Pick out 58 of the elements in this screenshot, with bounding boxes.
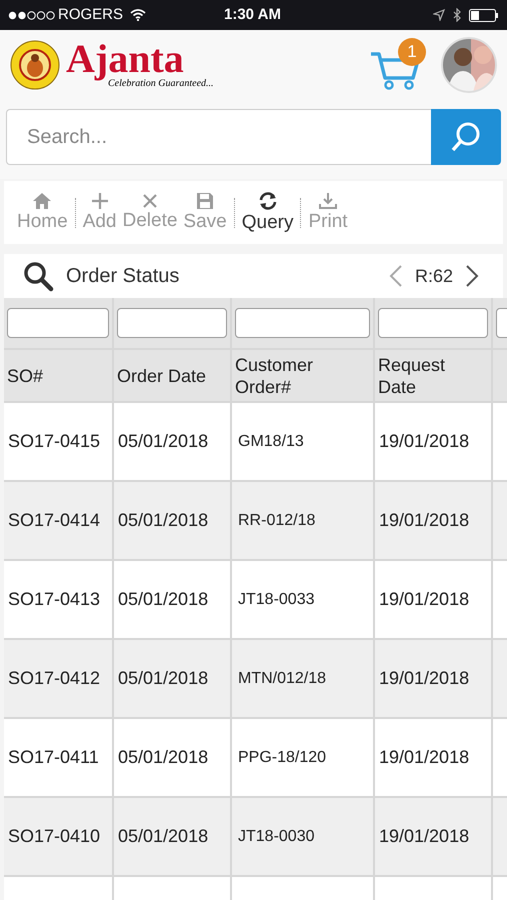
table-cell-text: 05/01/2018 <box>118 667 208 690</box>
table-cell-text: 05/01/2018 <box>118 430 208 453</box>
filter-field[interactable] <box>378 308 488 338</box>
column-header: Order Date <box>117 364 206 386</box>
download-icon <box>318 192 338 210</box>
filter-field[interactable] <box>7 308 109 338</box>
table-cell-text: 19/01/2018 <box>379 430 470 453</box>
battery-icon <box>469 8 499 22</box>
table-cell-text: 19/01/2018 <box>379 509 470 532</box>
table-cell-text: GM18/13 <box>238 432 304 452</box>
table-cell-text: 19/01/2018 <box>379 667 470 690</box>
column-header: Request Date <box>378 354 446 398</box>
refresh-icon <box>258 190 278 210</box>
plus-icon <box>90 192 109 210</box>
table-cell-text: SO17-0411 <box>8 746 99 769</box>
column-header: SO# <box>7 364 44 386</box>
next-button[interactable] <box>465 264 479 288</box>
home-icon <box>32 192 52 210</box>
wifi-icon <box>130 9 146 21</box>
chevron-right-icon <box>465 264 479 288</box>
cart-count-badge: 1 <box>398 38 426 66</box>
table-cell-text: 05/01/2018 <box>118 746 208 769</box>
query-tool-button[interactable]: Query <box>238 190 296 234</box>
table-cell-text: 19/01/2018 <box>379 746 470 769</box>
filter-field[interactable] <box>235 308 370 338</box>
table-cell-text: 05/01/2018 <box>118 509 208 532</box>
table-cell-text: JT18-0030 <box>238 826 314 846</box>
panel-title: Order Status <box>66 264 180 289</box>
table-cell-text: JT18-0033 <box>238 590 314 610</box>
table-cell-text: 19/01/2018 <box>379 588 470 611</box>
search-button[interactable] <box>431 109 501 165</box>
table-cell-text: SO17-0414 <box>8 509 100 532</box>
logo-emblem-icon <box>10 40 60 90</box>
signal-icon <box>8 10 56 20</box>
search-field[interactable]: Search... <box>6 109 431 165</box>
search-icon <box>22 260 54 292</box>
brand-tagline: Celebration Guaranteed... <box>108 78 214 90</box>
table-cell-text: SO17-0412 <box>8 667 100 690</box>
table-cell-text: 19/01/2018 <box>379 825 470 848</box>
table-cell-text: RR-012/18 <box>238 510 316 530</box>
bluetooth-icon <box>453 8 461 22</box>
filter-field[interactable] <box>117 308 227 338</box>
table-cell-text: 05/01/2018 <box>118 588 208 611</box>
table-cell-text: MTN/012/18 <box>238 668 326 688</box>
previous-button[interactable] <box>388 264 403 288</box>
table-cell-text: PPG-18/120 <box>238 748 326 768</box>
table-cell-text: SO17-0415 <box>8 430 100 453</box>
table-cell-text: SO17-0413 <box>8 588 100 611</box>
brand-name: Ajanta <box>66 40 184 78</box>
clock-time: 1:30 AM <box>224 4 281 25</box>
record-count: R:62 <box>414 264 453 288</box>
column-header: Customer Order# <box>235 354 314 398</box>
location-arrow-icon <box>433 9 445 21</box>
carrier-name: ROGERS <box>58 4 124 25</box>
close-icon <box>142 192 158 208</box>
table-cell-text: SO17-0410 <box>8 825 100 848</box>
chevron-left-icon <box>388 264 403 288</box>
table-cell-text: 05/01/2018 <box>118 825 208 848</box>
